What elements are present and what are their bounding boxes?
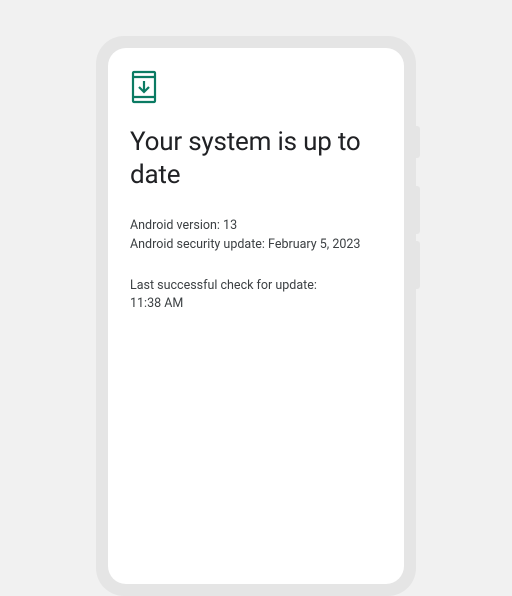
android-version-line: Android version: 13 — [130, 217, 382, 236]
last-check-block: Last successful check for update: 11:38 … — [130, 277, 382, 315]
phone-volume-down-button — [416, 241, 420, 289]
system-update-icon — [130, 70, 382, 108]
phone-volume-up-button — [416, 186, 420, 234]
phone-device-frame: Your system is up to date Android versio… — [96, 36, 416, 596]
phone-power-button — [416, 126, 420, 158]
last-check-label: Last successful check for update: — [130, 277, 382, 296]
android-version-label: Android version: — [130, 218, 220, 233]
last-check-time: 11:38 AM — [130, 295, 382, 314]
security-update-value: February 5, 2023 — [268, 237, 360, 252]
version-info-block: Android version: 13 Android security upd… — [130, 217, 382, 255]
phone-screen: Your system is up to date Android versio… — [108, 48, 404, 584]
page-title: Your system is up to date — [130, 126, 382, 191]
android-version-value: 13 — [223, 218, 237, 233]
security-update-label: Android security update: — [130, 237, 265, 252]
security-update-line: Android security update: February 5, 202… — [130, 236, 382, 255]
